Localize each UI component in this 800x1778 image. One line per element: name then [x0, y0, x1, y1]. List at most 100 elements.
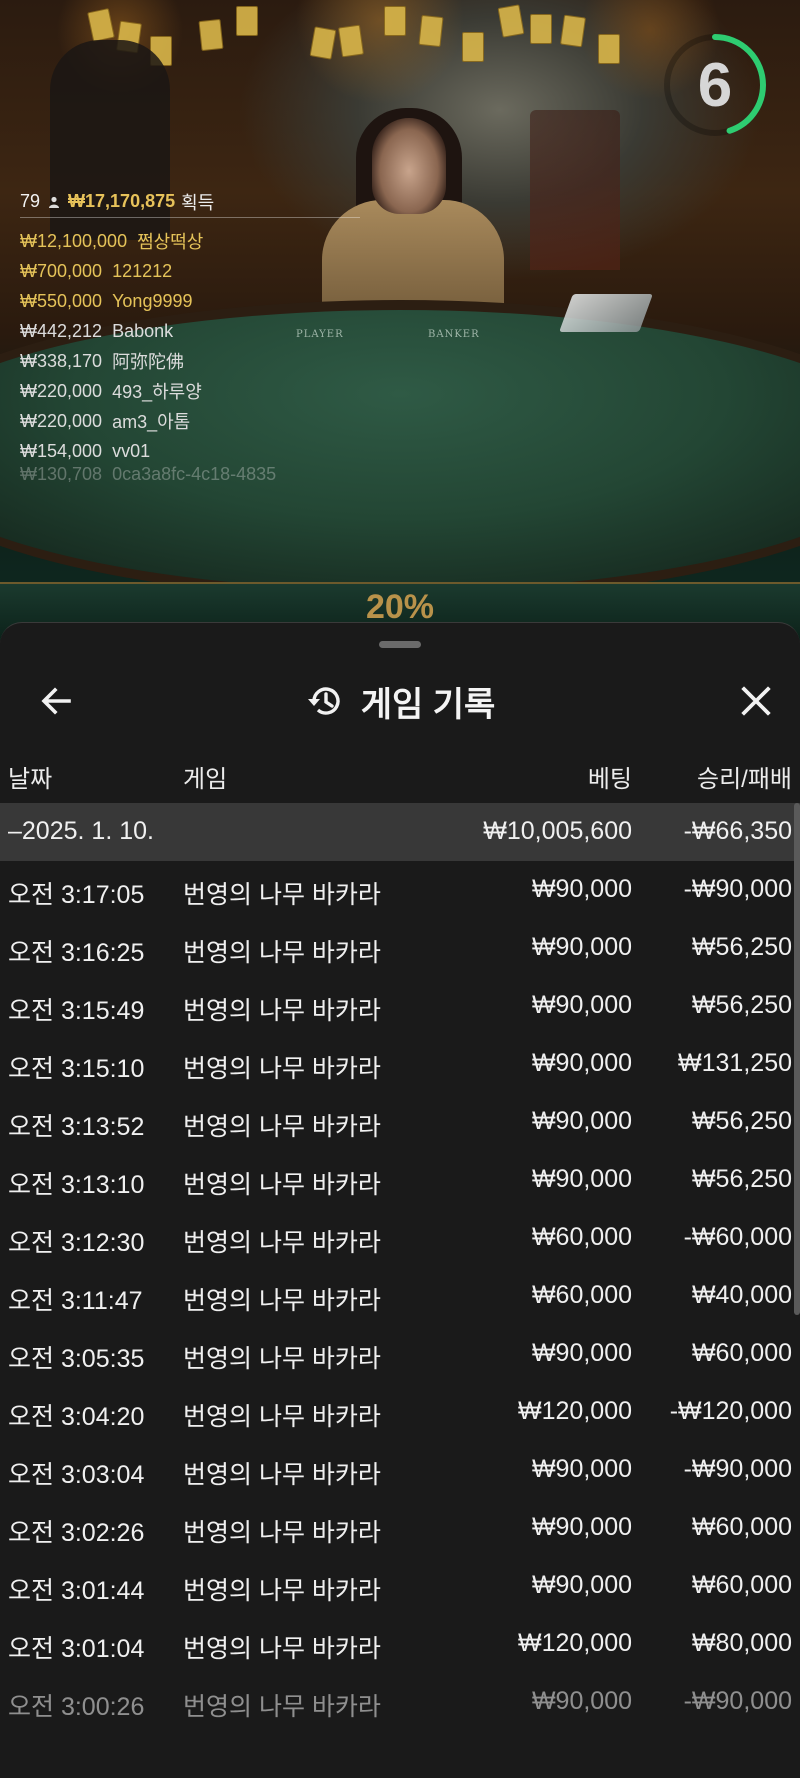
column-game: 게임	[183, 766, 228, 793]
winner-row: ₩130,708 0ca3a8fc-4c18-4835	[20, 466, 360, 482]
row-time: 오전 3:13:10	[8, 1171, 145, 1199]
row-time: 오전 3:01:04	[8, 1635, 145, 1663]
history-row[interactable]: 오전 3:13:10 번영의 나무 바카라 ₩90,000 ₩56,250	[0, 1151, 800, 1209]
hanging-card	[598, 34, 620, 64]
row-result: ₩131,250	[678, 1049, 792, 1077]
row-game: 번영의 나무 바카라	[183, 1635, 381, 1663]
row-result: -₩90,000	[683, 1455, 792, 1483]
winner-row: ₩700,000 121212	[20, 256, 360, 286]
winner-name: 0ca3a8fc-4c18-4835	[112, 466, 277, 482]
history-row[interactable]: 오전 3:04:20 번영의 나무 바카라 ₩120,000 -₩120,000	[0, 1383, 800, 1441]
history-row[interactable]: 오전 3:15:49 번영의 나무 바카라 ₩90,000 ₩56,250	[0, 977, 800, 1035]
row-result: ₩40,000	[691, 1281, 792, 1309]
winner-amount: ₩130,708	[20, 466, 103, 482]
row-game: 번영의 나무 바카라	[183, 1519, 381, 1547]
banker-area-label: BANKER	[428, 329, 480, 340]
hanging-card	[560, 14, 586, 48]
winner-row: ₩220,000 493_하루양	[20, 376, 360, 406]
winner-name: Yong9999	[112, 290, 193, 311]
winner-count: 79	[20, 191, 41, 211]
row-bet: ₩90,000	[531, 875, 632, 903]
history-row[interactable]: 오전 3:16:25 번영의 나무 바카라 ₩90,000 ₩56,250	[0, 919, 800, 977]
group-result-total: -₩66,350	[683, 817, 792, 845]
history-row[interactable]: 오전 3:12:30 번영의 나무 바카라 ₩60,000 -₩60,000	[0, 1209, 800, 1267]
history-row[interactable]: 오전 3:03:04 번영의 나무 바카라 ₩90,000 -₩90,000	[0, 1441, 800, 1499]
history-row[interactable]: 오전 3:01:44 번영의 나무 바카라 ₩90,000 ₩60,000	[0, 1557, 800, 1615]
winner-amount: ₩550,000	[20, 290, 103, 311]
history-row[interactable]: 오전 3:17:05 번영의 나무 바카라 ₩90,000 -₩90,000	[0, 861, 800, 919]
row-time: 오전 3:13:52	[8, 1113, 145, 1141]
card-shoe	[559, 294, 653, 332]
history-row[interactable]: 오전 3:00:26 번영의 나무 바카라 ₩90,000 -₩90,000	[0, 1673, 800, 1731]
back-button[interactable]	[28, 673, 84, 729]
row-bet: ₩90,000	[531, 991, 632, 1019]
row-result: ₩56,250	[691, 933, 792, 961]
row-bet: ₩90,000	[531, 1049, 632, 1077]
row-bet: ₩90,000	[531, 1107, 632, 1135]
row-bet: ₩90,000	[531, 1571, 632, 1599]
history-icon	[307, 687, 340, 715]
history-row[interactable]: 오전 3:05:35 번영의 나무 바카라 ₩90,000 ₩60,000	[0, 1325, 800, 1383]
hanging-card	[236, 6, 258, 36]
row-game: 번영의 나무 바카라	[183, 1113, 381, 1141]
row-time: 오전 3:00:26	[8, 1693, 145, 1721]
close-button[interactable]	[728, 673, 784, 729]
winner-amount: ₩700,000	[20, 260, 103, 281]
row-result: ₩60,000	[691, 1339, 792, 1367]
history-row[interactable]: 오전 3:15:10 번영의 나무 바카라 ₩90,000 ₩131,250	[0, 1035, 800, 1093]
history-row[interactable]: 오전 3:11:47 번영의 나무 바카라 ₩60,000 ₩40,000	[0, 1267, 800, 1325]
history-row[interactable]: 오전 3:13:52 번영의 나무 바카라 ₩90,000 ₩56,250	[0, 1093, 800, 1151]
winner-row: ₩220,000 am3_아톰	[20, 406, 360, 436]
history-table: –2025. 1. 10. ₩10,005,600 -₩66,350 오전 3:…	[0, 803, 800, 1731]
pagoda-backdrop	[530, 110, 620, 270]
row-game: 번영의 나무 바카라	[183, 1403, 381, 1431]
date-group-row[interactable]: –2025. 1. 10. ₩10,005,600 -₩66,350	[0, 803, 800, 861]
user-icon	[49, 196, 60, 208]
winner-amount: ₩220,000	[20, 380, 103, 401]
row-time: 오전 3:04:20	[8, 1403, 145, 1431]
row-bet: ₩90,000	[531, 1339, 632, 1367]
arrow-left-icon	[41, 687, 71, 715]
row-bet: ₩60,000	[531, 1223, 632, 1251]
winner-row: ₩338,170 阿弥陀佛	[20, 346, 360, 376]
history-row[interactable]: 오전 3:02:26 번영의 나무 바카라 ₩90,000 ₩60,000	[0, 1499, 800, 1557]
winner-amount: ₩442,212	[20, 320, 103, 341]
winner-name: Babonk	[112, 320, 174, 341]
history-row[interactable]: 오전 3:01:04 번영의 나무 바카라 ₩120,000 ₩80,000	[0, 1615, 800, 1673]
row-time: 오전 3:01:44	[8, 1577, 145, 1605]
row-result: ₩56,250	[691, 991, 792, 1019]
winner-name: vv01	[112, 440, 151, 461]
winners-total: ₩17,170,875	[68, 191, 176, 211]
row-game: 번영의 나무 바카라	[183, 997, 381, 1025]
row-result: ₩60,000	[691, 1513, 792, 1541]
winner-name: am3_아톰	[112, 412, 191, 432]
row-time: 오전 3:12:30	[8, 1229, 145, 1257]
row-bet: ₩120,000	[518, 1397, 632, 1425]
row-time: 오전 3:16:25	[8, 939, 145, 967]
history-table-header: 날짜 게임 베팅 승리/패배	[0, 741, 800, 803]
row-result: ₩56,250	[691, 1107, 792, 1135]
group-bet-total: ₩10,005,600	[483, 817, 632, 845]
winner-row: ₩550,000 Yong9999	[20, 286, 360, 316]
row-bet: ₩90,000	[531, 1455, 632, 1483]
winner-name: 쩜상떡상	[137, 232, 204, 252]
column-date: 날짜	[8, 766, 53, 793]
row-game: 번영의 나무 바카라	[183, 881, 381, 909]
row-result: ₩80,000	[691, 1629, 792, 1657]
row-game: 번영의 나무 바카라	[183, 1577, 381, 1605]
close-icon	[741, 686, 771, 716]
sheet-drag-handle[interactable]	[379, 641, 421, 648]
scrollbar[interactable]	[794, 803, 800, 1315]
column-result: 승리/패배	[697, 766, 792, 793]
row-time: 오전 3:15:49	[8, 997, 145, 1025]
hanging-card	[198, 18, 224, 52]
winner-row: ₩154,000 vv01	[20, 436, 360, 466]
winners-list: 79 ₩17,170,875 획득 ₩12,100,000 쩜상떡상 ₩700,00…	[20, 190, 360, 482]
row-result: -₩120,000	[669, 1397, 792, 1425]
row-game: 번영의 나무 바카라	[183, 1693, 381, 1721]
row-game: 번영의 나무 바카라	[183, 1055, 381, 1083]
group-date: –2025. 1. 10.	[8, 817, 154, 845]
winners-summary: 79 ₩17,170,875 획득	[20, 190, 360, 218]
winners-total-suffix: 획득	[181, 192, 215, 213]
winner-amount: ₩12,100,000	[20, 230, 128, 251]
